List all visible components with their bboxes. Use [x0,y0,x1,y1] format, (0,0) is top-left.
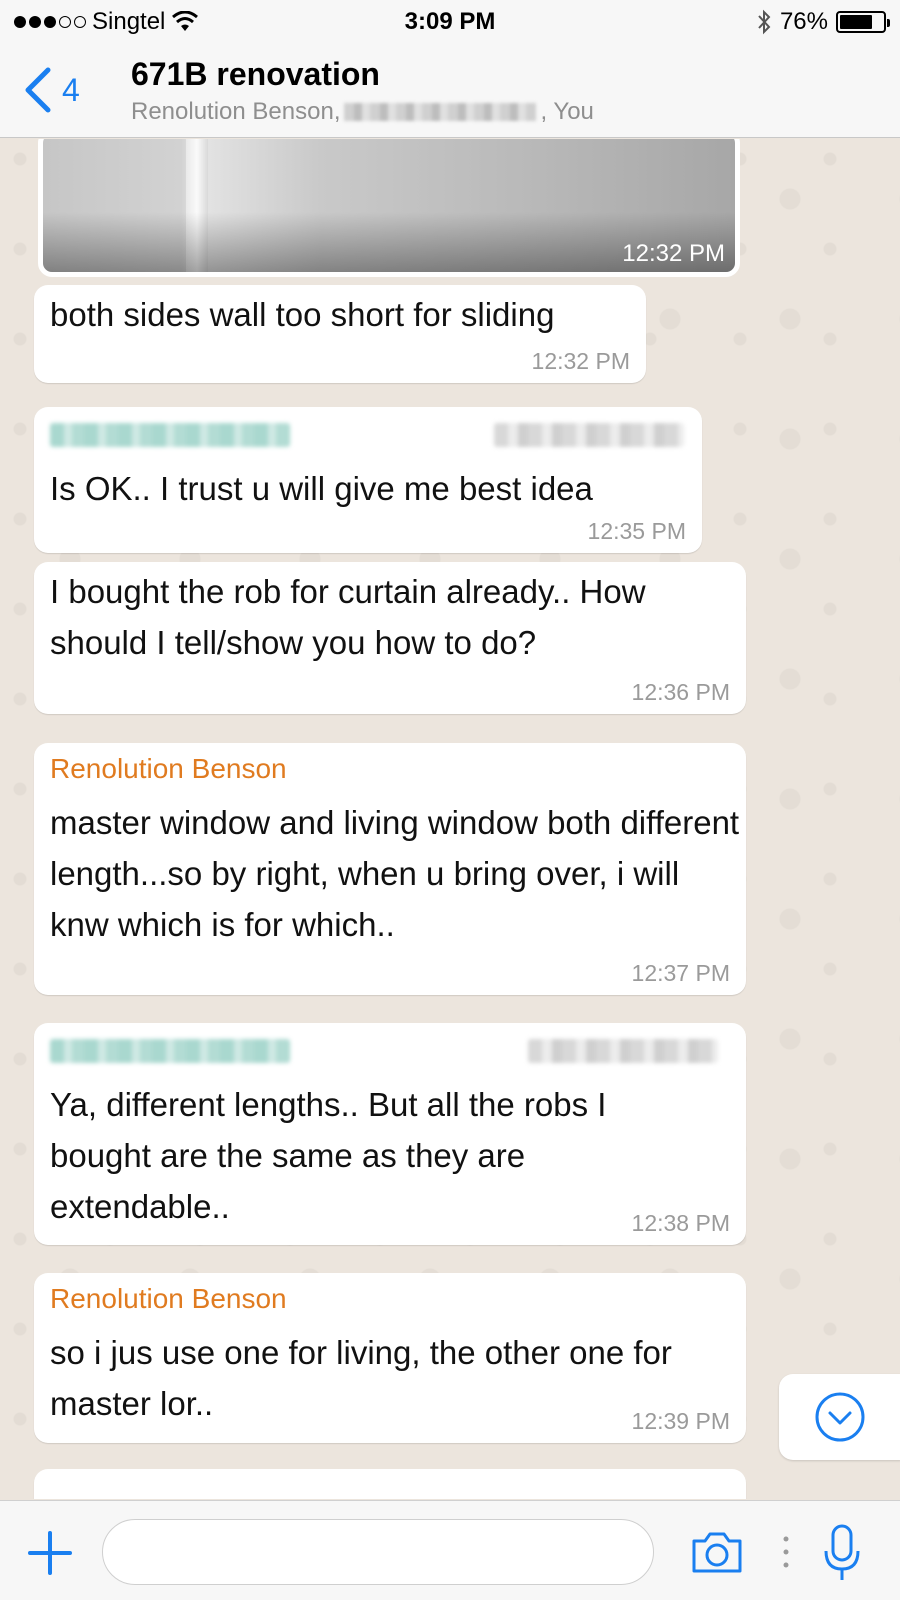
message-time: 12:37 PM [631,960,730,986]
scroll-to-bottom-button[interactable] [779,1374,900,1460]
message-text: I bought the rob for curtain already.. H… [50,573,646,661]
unread-count: 4 [62,71,80,108]
message-bubble[interactable]: Ya, different lengths.. But all the robs… [34,1023,746,1245]
message-time: 12:39 PM [631,1408,730,1434]
message-bubble[interactable]: Renolution Benson so i jus use one for l… [34,1273,746,1443]
message-input[interactable] [102,1519,654,1585]
chat-participants[interactable]: Renolution Benson, , You [131,98,594,126]
message-text: master window and living window both dif… [50,804,740,943]
plus-icon[interactable] [28,1531,72,1575]
chat-messages-area[interactable]: 12:32 PM both sides wall too short for s… [0,139,900,1499]
participants-prefix: Renolution Benson, [131,98,341,125]
chat-title[interactable]: 671B renovation [131,56,380,93]
back-button[interactable]: 4 [22,66,80,114]
chat-header: 4 671B renovation Renolution Benson, , Y… [0,44,900,138]
message-text: Ya, different lengths.. But all the robs… [50,1086,607,1225]
more-dots-icon [783,1536,789,1568]
message-bubble[interactable] [34,1469,746,1499]
message-time: 12:38 PM [631,1210,730,1236]
bluetooth-icon [758,9,771,35]
redacted-sender-name [528,1039,718,1063]
message-time: 12:32 PM [531,348,630,374]
microphone-icon[interactable] [822,1523,862,1583]
message-text: both sides wall too short for sliding [50,296,555,333]
participants-suffix: , You [540,98,594,125]
image-message[interactable]: 12:32 PM [38,139,740,277]
battery-percent: 76% [779,8,828,35]
battery-icon [836,11,890,33]
message-time: 12:36 PM [631,679,730,705]
status-right: 76% [756,8,890,36]
sender-name[interactable]: Renolution Benson [50,753,287,785]
camera-icon[interactable] [690,1529,744,1575]
redacted-sender-number [50,423,290,447]
chevron-left-icon [25,67,51,113]
message-text: Is OK.. I trust u will give me best idea [50,470,593,507]
chevron-down-circle-icon [815,1392,865,1442]
message-bubble[interactable]: Renolution Benson master window and livi… [34,743,746,995]
redacted-phone-number [344,103,537,121]
message-time: 12:32 PM [622,240,725,267]
redacted-sender-number [50,1039,290,1063]
message-bubble[interactable]: Is OK.. I trust u will give me best idea… [34,407,702,553]
message-input-bar [0,1500,900,1600]
message-time: 12:35 PM [587,518,686,544]
message-bubble[interactable]: both sides wall too short for sliding 12… [34,285,646,383]
status-bar: Singtel 3:09 PM 76% [0,0,900,44]
sender-name[interactable]: Renolution Benson [50,1283,287,1315]
message-bubble[interactable]: I bought the rob for curtain already.. H… [34,562,746,714]
redacted-sender-name [494,423,684,447]
